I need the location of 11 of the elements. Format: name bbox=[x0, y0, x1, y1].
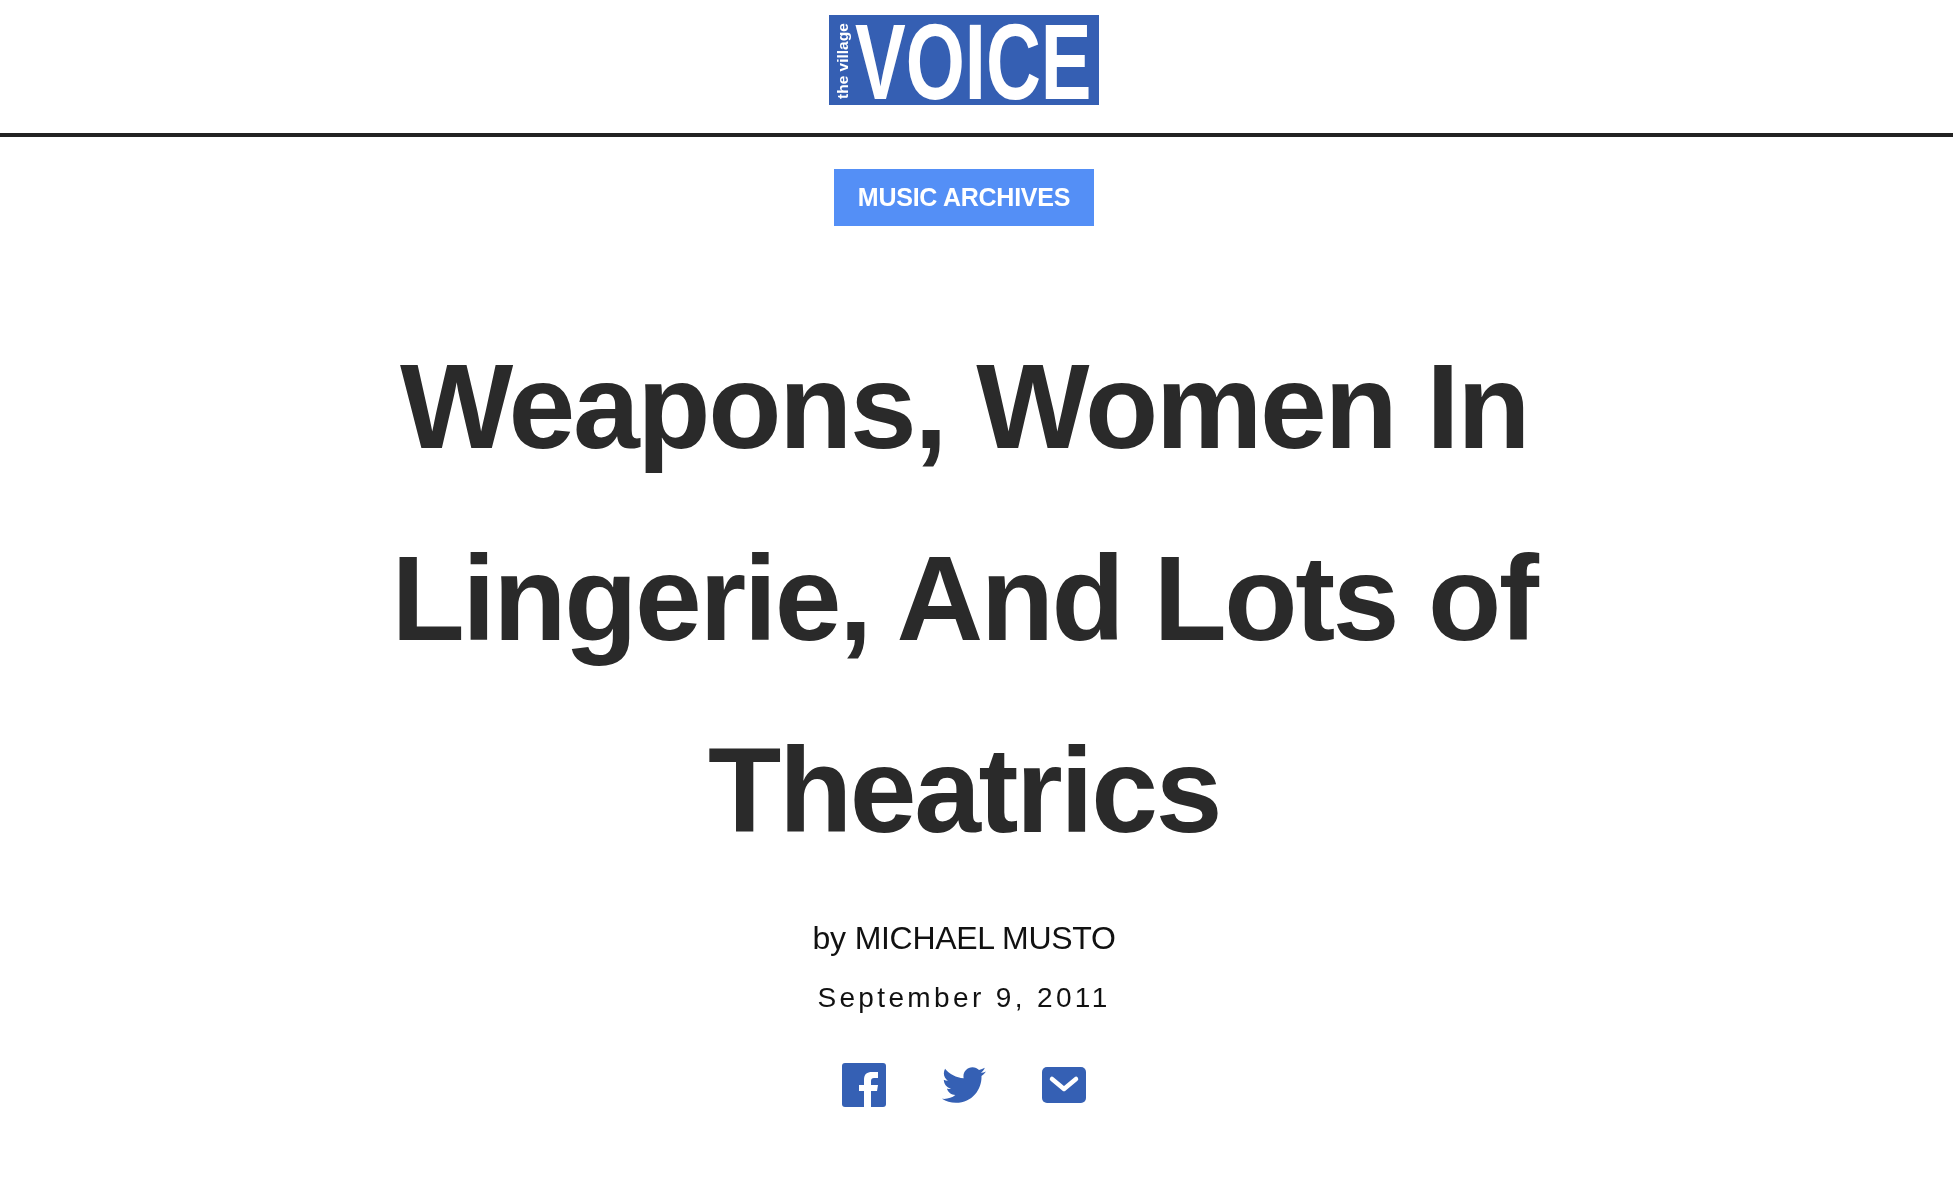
bird-icon[interactable] bbox=[942, 1067, 986, 1103]
publish-date: September 9, 2011 bbox=[817, 981, 1111, 1015]
category-label[interactable]: MUSIC ARCHIVES bbox=[834, 169, 1094, 226]
logo[interactable]: the village VOICE bbox=[829, 15, 1099, 105]
author-link[interactable]: MICHAEL MUSTO bbox=[854, 918, 1116, 958]
article-title: Weapons, Women In Lingerie, And Lots of Theatrics bbox=[390, 338, 1540, 859]
letter-f-icon[interactable] bbox=[842, 1063, 886, 1107]
byline-prefix: by bbox=[812, 919, 846, 958]
logo-wordmark: VOICE bbox=[855, 15, 1092, 105]
logo-tagline: the village bbox=[834, 23, 851, 99]
envelope-icon[interactable] bbox=[1042, 1067, 1086, 1103]
